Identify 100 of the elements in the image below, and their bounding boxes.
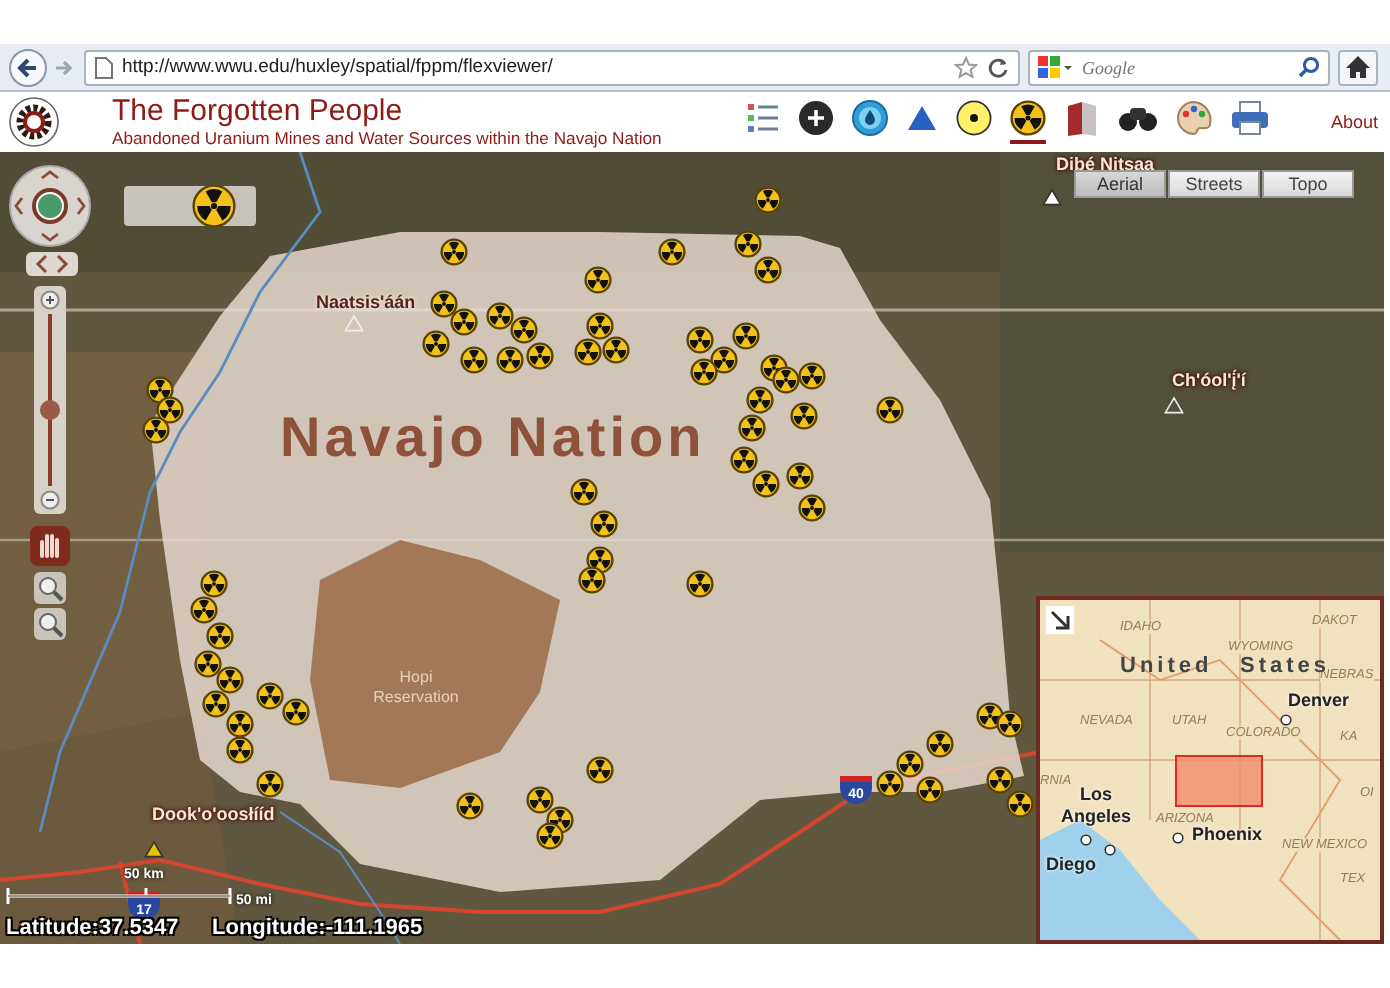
search-icon[interactable]	[1298, 56, 1320, 78]
radiation-marker-icon	[192, 184, 236, 228]
radiation-marker-icon	[456, 792, 484, 820]
radiation-marker-icon	[686, 326, 714, 354]
address-field[interactable]: http://www.wwu.edu/huxley/spatial/fppm/flexviewer/	[84, 49, 1020, 85]
place-label: Ch'óol'į́'í	[1172, 370, 1246, 390]
radiation-marker-icon	[206, 622, 234, 650]
page-icon	[94, 55, 114, 79]
app-title: The Forgotten People	[112, 96, 405, 128]
hand-pan-button[interactable]	[30, 526, 70, 566]
country-label: United	[1120, 654, 1213, 678]
radiation-marker-icon	[496, 346, 524, 374]
radiation-marker-icon	[926, 730, 954, 758]
radiation-marker-icon	[658, 238, 686, 266]
radiation-marker-icon	[200, 570, 228, 598]
star-icon[interactable]	[954, 55, 978, 79]
radiation-marker-icon	[686, 570, 714, 598]
radiation-marker-icon	[526, 786, 554, 814]
radiation-marker-icon	[526, 342, 554, 370]
radiation-marker-icon	[486, 302, 514, 330]
radiation-marker-icon	[510, 316, 538, 344]
radiation-marker-icon	[986, 766, 1014, 794]
place-label: Dibé Nitsaa	[1056, 154, 1155, 174]
city-label: Los Angeles	[1058, 784, 1133, 828]
radiation-marker-icon	[876, 396, 904, 424]
zoom-slider-thumb[interactable]	[40, 399, 60, 420]
url-text: http://www.wwu.edu/huxley/spatial/fppm/flexviewer/	[122, 56, 555, 78]
radiation-marker-icon	[1006, 790, 1034, 818]
radiation-marker-icon	[570, 478, 598, 506]
radiation-marker-icon	[602, 336, 630, 364]
radiation-icon[interactable]	[1010, 100, 1046, 144]
radiation-marker-icon	[282, 698, 310, 726]
radiation-marker-icon	[752, 470, 780, 498]
place-label: Naatsis'áán	[316, 292, 416, 312]
latitude-readout: Latitude:37.5347	[6, 916, 179, 940]
radiation-marker-icon	[202, 690, 230, 718]
radiation-marker-icon	[536, 822, 564, 850]
radiation-marker-icon	[746, 386, 774, 414]
radiation-marker-icon	[460, 346, 488, 374]
refresh-icon[interactable]	[986, 55, 1010, 79]
radiation-marker-icon	[754, 256, 782, 284]
app-subtitle: Abandoned Uranium Mines and Water Sources within the Navajo Nation	[112, 128, 664, 148]
city-dot-icon	[1280, 714, 1292, 726]
collapse-arrow-icon[interactable]	[1046, 606, 1074, 634]
back-button[interactable]	[8, 47, 48, 87]
radiation-marker-icon	[590, 510, 618, 538]
radiation-marker-icon	[256, 682, 284, 710]
radiation-marker-icon	[584, 266, 612, 294]
radiation-marker-icon	[586, 756, 614, 784]
zoom-in-button[interactable]	[40, 290, 60, 310]
basemap-tab[interactable]: Aerial	[1074, 170, 1166, 198]
search-engine-icon[interactable]	[1038, 55, 1074, 79]
radiation-marker-icon	[190, 596, 218, 624]
radiation-marker-icon	[216, 666, 244, 694]
radiation-marker-icon	[256, 770, 284, 798]
radiation-marker-icon	[738, 414, 766, 442]
radiation-marker-icon	[690, 358, 718, 386]
peak-icon	[144, 840, 164, 858]
search-input[interactable]: Google	[1082, 57, 1290, 77]
pan-control[interactable]	[8, 164, 92, 248]
place-label: Dook'o'oosłííd	[152, 804, 275, 824]
city-dot-icon	[1080, 834, 1092, 846]
peak-icon	[1042, 188, 1062, 206]
peak-icon	[344, 314, 364, 332]
radiation-marker-icon	[916, 776, 944, 804]
radiation-marker-icon	[732, 322, 760, 350]
basemap-tab[interactable]: Topo	[1262, 170, 1354, 198]
radiation-marker-icon	[730, 446, 758, 474]
city-label: Diego	[1046, 854, 1097, 874]
radiation-marker-icon	[440, 238, 468, 266]
radiation-marker-icon	[574, 338, 602, 366]
city-label: Phoenix	[1192, 824, 1263, 844]
city-label: Denver	[1288, 690, 1350, 710]
radiation-marker-icon	[142, 416, 170, 444]
radiation-marker-icon	[798, 494, 826, 522]
radiation-marker-icon	[896, 750, 924, 778]
radiation-marker-icon	[586, 312, 614, 340]
magnifier-icon[interactable]	[34, 608, 66, 640]
home-button[interactable]	[1338, 49, 1378, 85]
magnifier-icon[interactable]	[34, 572, 66, 604]
previous-next-extent-control[interactable]	[26, 252, 78, 276]
reservation-label: Hopi Reservation	[371, 668, 461, 708]
radiation-marker-icon	[734, 230, 762, 258]
radiation-marker-icon	[194, 650, 222, 678]
about-link[interactable]: About	[1330, 112, 1378, 132]
radiation-marker-icon	[578, 566, 606, 594]
zoom-slider[interactable]	[40, 314, 60, 486]
basemap-tab[interactable]: Streets	[1168, 170, 1260, 198]
peak-icon	[1164, 396, 1184, 414]
city-dot-icon	[1104, 844, 1116, 856]
city-dot-icon	[1172, 832, 1184, 844]
radiation-marker-icon	[430, 290, 458, 318]
radiation-marker-icon	[996, 710, 1024, 738]
radiation-marker-icon	[450, 308, 478, 336]
radiation-marker-icon	[786, 462, 814, 490]
search-field[interactable]: Google	[1028, 49, 1330, 85]
home-icon	[1346, 56, 1370, 78]
radiation-marker-icon	[876, 770, 904, 798]
radiation-marker-icon	[798, 362, 826, 390]
zoom-out-button[interactable]	[40, 490, 60, 510]
